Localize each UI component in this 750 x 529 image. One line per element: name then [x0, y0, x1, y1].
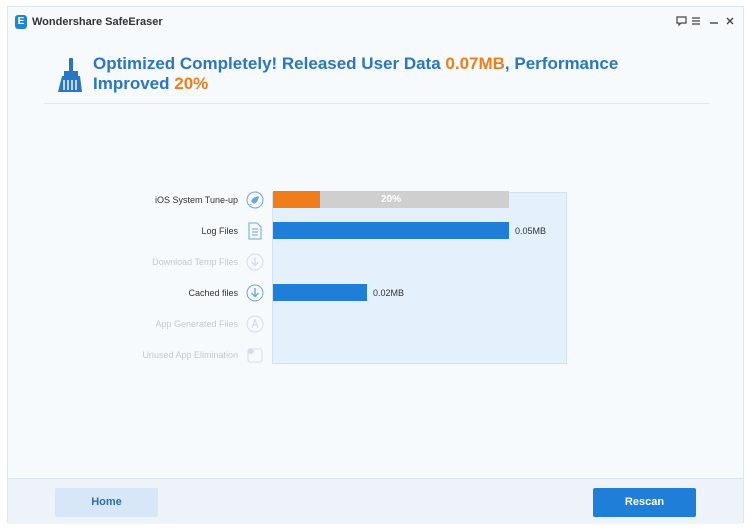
log-files-bar [273, 222, 509, 239]
home-button[interactable]: Home [55, 488, 158, 517]
row-label-log-files: Log Files [201, 226, 238, 236]
app-title: Wondershare SafeEraser [32, 16, 163, 28]
divider [44, 103, 709, 104]
rocket-icon [246, 191, 264, 209]
download-icon [246, 284, 264, 302]
results-chart-panel [272, 192, 567, 364]
headline-text-1: Optimized Completely! Released User Data [93, 54, 446, 73]
cached-files-value: 0.02MB [373, 288, 405, 298]
app-window: E Wondershare SafeEraser Optimized Compl… [7, 6, 744, 524]
rescan-button[interactable]: Rescan [593, 488, 696, 517]
log-files-value: 0.05MB [515, 226, 547, 236]
row-label-cached-files: Cached files [188, 288, 238, 298]
cached-files-bar [273, 284, 367, 301]
title-bar: E Wondershare SafeEraser [8, 7, 743, 37]
minimize-icon[interactable] [707, 14, 721, 28]
released-data-value: 0.07MB [445, 54, 505, 73]
download-icon [246, 253, 264, 271]
footer-bar: Home Rescan [8, 478, 743, 524]
document-icon [248, 222, 262, 240]
tune-up-progress-label: 20% [380, 194, 401, 205]
menu-icon[interactable] [689, 14, 703, 28]
tune-up-progress-track: 20% [273, 191, 509, 208]
app-badge-icon [247, 348, 263, 363]
close-icon[interactable] [723, 14, 737, 28]
feedback-icon[interactable] [674, 14, 688, 28]
row-label-app-generated-files: App Generated Files [155, 319, 238, 329]
row-label-ios-tune-up: iOS System Tune-up [154, 195, 238, 205]
row-label-download-temp-files: Download Temp Files [152, 257, 238, 267]
broom-icon [58, 58, 82, 92]
result-headline: Optimized Completely! Released User Data… [93, 54, 653, 94]
improved-percent-value: 20% [174, 74, 209, 93]
app-store-icon [246, 315, 264, 333]
row-label-unused-app-elimination: Unused App Elimination [142, 350, 238, 360]
app-logo-icon: E [15, 15, 27, 29]
